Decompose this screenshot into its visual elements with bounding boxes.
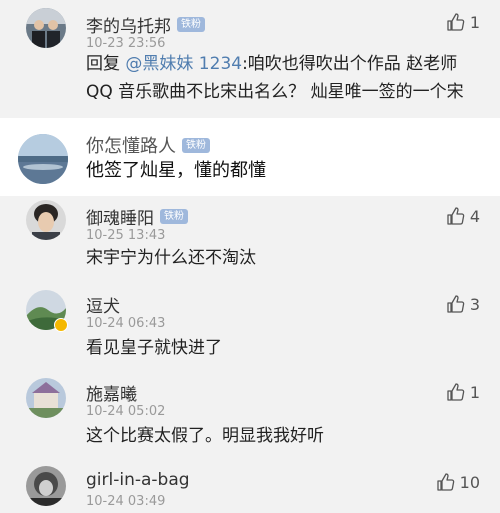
- like-count: 1: [469, 12, 480, 32]
- like-count: 4: [469, 206, 480, 226]
- comment-item: 施嘉曦 10-24 05:02 这个比赛太假了。明显我我好听 1: [0, 368, 500, 456]
- comment-text-line1: 回复 @黑妹妹 1234:咱吹也得吹出个作品 赵老师: [86, 52, 457, 77]
- thumbs-up-icon: [447, 295, 465, 313]
- avatar[interactable]: [26, 378, 66, 418]
- comment-feed: 李的乌托邦 铁粉 10-23 23:56 回复 @黑妹妹 1234:咱吹也得吹出…: [0, 0, 500, 513]
- comment-text: 他签了灿星，懂的都懂: [86, 160, 266, 181]
- comment-text: 这个比赛太假了。明显我我好听: [86, 426, 324, 446]
- like-button[interactable]: 3: [446, 294, 480, 314]
- comment-time: 10-24 05:02: [86, 404, 166, 419]
- name-row: 御魂睡阳 铁粉: [86, 204, 188, 229]
- comment-text: 宋宇宁为什么还不淘汰: [86, 248, 256, 268]
- comment-time: 10-23 23:56: [86, 36, 166, 51]
- username[interactable]: 施嘉曦: [86, 380, 137, 405]
- avatar[interactable]: [26, 200, 66, 240]
- comment-time: 10-24 06:43: [86, 316, 166, 331]
- comment-time: 10-25 13:43: [86, 228, 166, 243]
- fan-badge: 铁粉: [160, 209, 188, 224]
- like-count: 1: [469, 382, 480, 402]
- comment-text-rest: :咱吹也得吹出个作品 赵老师: [242, 54, 458, 74]
- like-button[interactable]: 4: [446, 206, 480, 226]
- like-button[interactable]: 10: [436, 472, 480, 492]
- name-row: 逗犬: [86, 292, 120, 317]
- avatar[interactable]: [26, 466, 66, 506]
- fan-badge: 铁粉: [182, 137, 210, 153]
- like-count: 3: [469, 294, 480, 314]
- thumbs-up-icon: [447, 383, 465, 401]
- mention-link[interactable]: @黑妹妹 1234: [125, 54, 242, 74]
- name-row: 你怎懂路人 铁粉: [86, 132, 210, 158]
- comment-item: 逗犬 10-24 06:43 看见皇子就快进了 3: [0, 282, 500, 368]
- avatar[interactable]: [18, 134, 68, 184]
- comment-text-line2: QQ 音乐歌曲不比宋出名么？ 灿星唯一签的一个宋: [86, 82, 464, 102]
- like-button[interactable]: 1: [446, 12, 480, 32]
- avatar[interactable]: [26, 8, 66, 48]
- comment-item: 李的乌托邦 铁粉 10-23 23:56 回复 @黑妹妹 1234:咱吹也得吹出…: [0, 0, 500, 118]
- thumbs-up-icon: [436, 473, 454, 491]
- thumbs-up-icon: [447, 13, 465, 31]
- username[interactable]: 你怎懂路人: [86, 132, 176, 158]
- highlighted-comment: 你怎懂路人 铁粉 他签了灿星，懂的都懂: [0, 118, 500, 196]
- comment-item: girl-in-a-bag 10-24 03:49 10: [0, 456, 500, 513]
- username[interactable]: 逗犬: [86, 292, 120, 317]
- like-count: 10: [459, 472, 480, 492]
- comment-text: 看见皇子就快进了: [86, 338, 222, 358]
- like-button[interactable]: 1: [446, 382, 480, 402]
- reply-prefix: 回复: [86, 54, 126, 74]
- thumbs-up-icon: [447, 207, 465, 225]
- name-row: girl-in-a-bag: [86, 470, 190, 490]
- verified-badge-icon: [54, 318, 68, 332]
- name-row: 施嘉曦: [86, 380, 137, 405]
- username[interactable]: 李的乌托邦: [86, 12, 171, 37]
- fan-badge: 铁粉: [177, 17, 205, 32]
- name-row: 李的乌托邦 铁粉: [86, 12, 205, 37]
- username[interactable]: girl-in-a-bag: [86, 470, 190, 490]
- comment-item: 御魂睡阳 铁粉 10-25 13:43 宋宇宁为什么还不淘汰 4: [0, 196, 500, 282]
- username[interactable]: 御魂睡阳: [86, 204, 154, 229]
- comment-time: 10-24 03:49: [86, 494, 166, 509]
